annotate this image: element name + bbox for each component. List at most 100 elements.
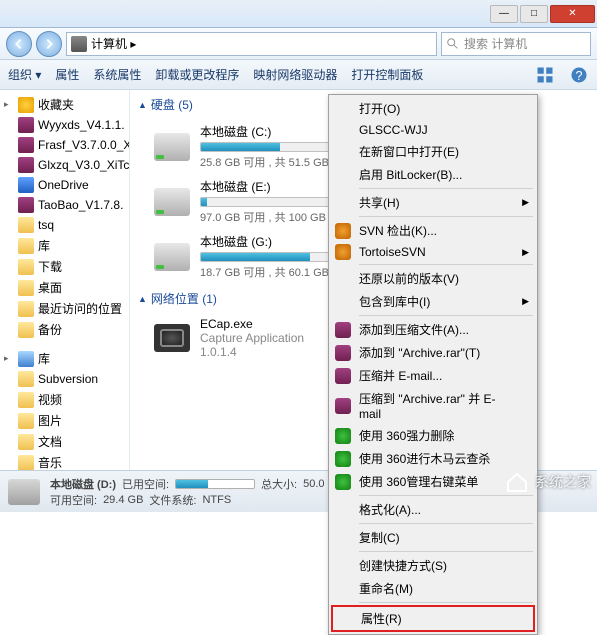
app-desc: Capture Application xyxy=(200,331,304,345)
archive-icon xyxy=(18,117,34,133)
folder-icon xyxy=(18,238,34,254)
sidebar-item[interactable]: 视频 xyxy=(0,389,129,410)
sidebar-item[interactable]: Wyyxds_V4.1.1. xyxy=(0,115,129,135)
status-usage-bar xyxy=(175,479,255,489)
context-menu-item[interactable]: 包含到库中(I)▶ xyxy=(331,290,535,313)
context-menu-item[interactable]: 添加到 "Archive.rar"(T) xyxy=(331,341,535,364)
sidebar-item[interactable]: Frasf_V3.7.0.0_X xyxy=(0,135,129,155)
folder-icon xyxy=(18,434,34,450)
sidebar-item[interactable]: 下载 xyxy=(0,256,129,277)
back-button[interactable] xyxy=(6,31,32,57)
breadcrumb-text: 计算机 ▸ xyxy=(91,35,136,52)
submenu-arrow-icon: ▶ xyxy=(522,247,529,258)
folder-icon xyxy=(18,280,34,296)
context-menu-item[interactable]: SVN 检出(K)... xyxy=(331,219,535,242)
context-menu-item[interactable]: 使用 360进行木马云查杀 xyxy=(331,447,535,470)
toolbar: 组织 ▾ 属性 系统属性 卸载或更改程序 映射网络驱动器 打开控制面板 ? xyxy=(0,60,597,90)
forward-button[interactable] xyxy=(36,31,62,57)
view-icon[interactable] xyxy=(535,65,555,85)
drive-icon xyxy=(154,243,190,271)
svg-text:?: ? xyxy=(576,69,583,83)
rar-icon xyxy=(335,398,351,414)
organize-menu[interactable]: 组织 ▾ xyxy=(8,66,41,83)
sidebar-item[interactable]: Glxzq_V3.0_XiTc xyxy=(0,155,129,175)
navbar: 计算机 ▸ 搜索 计算机 xyxy=(0,28,597,60)
map-drive-button[interactable]: 映射网络驱动器 xyxy=(253,66,337,83)
search-input[interactable]: 搜索 计算机 xyxy=(441,32,591,56)
context-menu-item[interactable]: TortoiseSVN▶ xyxy=(331,242,535,262)
svn-icon xyxy=(335,244,351,260)
sidebar-item[interactable]: tsq xyxy=(0,215,129,235)
house-icon xyxy=(505,470,529,494)
favorites-node[interactable]: ▸收藏夹 xyxy=(0,94,129,115)
status-title: 本地磁盘 (D:) xyxy=(50,476,116,492)
context-menu-item[interactable]: 添加到压缩文件(A)... xyxy=(331,318,535,341)
rar-icon xyxy=(335,322,351,338)
sidebar-item[interactable]: OneDrive xyxy=(0,175,129,195)
svn-icon xyxy=(335,223,351,239)
drive-icon xyxy=(8,479,40,505)
context-menu-item[interactable]: 打开(O) xyxy=(331,97,535,120)
submenu-arrow-icon: ▶ xyxy=(522,197,529,208)
context-menu-item[interactable]: 创建快捷方式(S) xyxy=(331,554,535,577)
search-placeholder: 搜索 计算机 xyxy=(464,35,527,52)
app-name: ECap.exe xyxy=(200,317,304,331)
folder-icon xyxy=(18,371,34,387)
system-properties-button[interactable]: 系统属性 xyxy=(93,66,141,83)
help-icon[interactable]: ? xyxy=(569,65,589,85)
folder-icon xyxy=(18,392,34,408)
folder-icon xyxy=(18,455,34,471)
sidebar-item[interactable]: 备份 xyxy=(0,319,129,340)
used-label: 已用空间: xyxy=(122,476,169,492)
context-menu-item[interactable]: 还原以前的版本(V) xyxy=(331,267,535,290)
star-icon xyxy=(18,97,34,113)
archive-icon xyxy=(18,197,34,213)
context-menu-item[interactable]: 格式化(A)... xyxy=(331,498,535,521)
sidebar-item[interactable]: 音乐 xyxy=(0,452,129,470)
sidebar-item[interactable]: TaoBao_V1.7.8. xyxy=(0,195,129,215)
folder-icon xyxy=(18,301,34,317)
360-icon xyxy=(335,428,351,444)
uninstall-button[interactable]: 卸载或更改程序 xyxy=(155,66,239,83)
archive-icon xyxy=(18,157,34,173)
rar-icon xyxy=(335,345,351,361)
context-menu-item[interactable]: 压缩并 E-mail... xyxy=(331,364,535,387)
properties-button[interactable]: 属性 xyxy=(55,66,79,83)
sidebar-item[interactable]: 最近访问的位置 xyxy=(0,298,129,319)
control-panel-button[interactable]: 打开控制面板 xyxy=(351,66,423,83)
sidebar-item[interactable]: 库 xyxy=(0,235,129,256)
sidebar-item[interactable]: 桌面 xyxy=(0,277,129,298)
minimize-button[interactable]: — xyxy=(490,5,518,23)
drive-icon xyxy=(154,188,190,216)
sidebar-item[interactable]: Subversion xyxy=(0,369,129,389)
context-menu-item[interactable]: 压缩到 "Archive.rar" 并 E-mail xyxy=(331,387,535,424)
context-menu-item[interactable]: 启用 BitLocker(B)... xyxy=(331,163,535,186)
context-menu-item[interactable]: 重命名(M) xyxy=(331,577,535,600)
app-version: 1.0.1.4 xyxy=(200,345,304,359)
close-button[interactable]: ✕ xyxy=(550,5,595,23)
360-icon xyxy=(335,451,351,467)
folder-icon xyxy=(18,217,34,233)
sidebar: ▸收藏夹 Wyyxds_V4.1.1. Frasf_V3.7.0.0_X Glx… xyxy=(0,90,130,470)
folder-icon xyxy=(18,413,34,429)
titlebar: — □ ✕ xyxy=(0,0,597,28)
context-menu-item[interactable]: 共享(H)▶ xyxy=(331,191,535,214)
context-menu-item[interactable]: 复制(C) xyxy=(331,526,535,549)
search-icon xyxy=(446,37,460,51)
context-menu-item[interactable]: 属性(R) xyxy=(331,605,535,632)
context-menu-item[interactable]: 在新窗口中打开(E) xyxy=(331,140,535,163)
context-menu-item[interactable]: 使用 360强力删除 xyxy=(331,424,535,447)
context-menu-item[interactable]: GLSCC-WJJ xyxy=(331,120,535,140)
drive-icon xyxy=(154,133,190,161)
sidebar-item[interactable]: 文档 xyxy=(0,431,129,452)
onedrive-icon xyxy=(18,177,34,193)
breadcrumb[interactable]: 计算机 ▸ xyxy=(66,32,437,56)
submenu-arrow-icon: ▶ xyxy=(522,296,529,307)
libraries-node[interactable]: ▸库 xyxy=(0,348,129,369)
computer-icon xyxy=(71,36,87,52)
maximize-button[interactable]: □ xyxy=(520,5,548,23)
camera-icon xyxy=(154,324,190,352)
watermark: 系统之家 xyxy=(505,470,591,494)
360-icon xyxy=(335,474,351,490)
sidebar-item[interactable]: 图片 xyxy=(0,410,129,431)
